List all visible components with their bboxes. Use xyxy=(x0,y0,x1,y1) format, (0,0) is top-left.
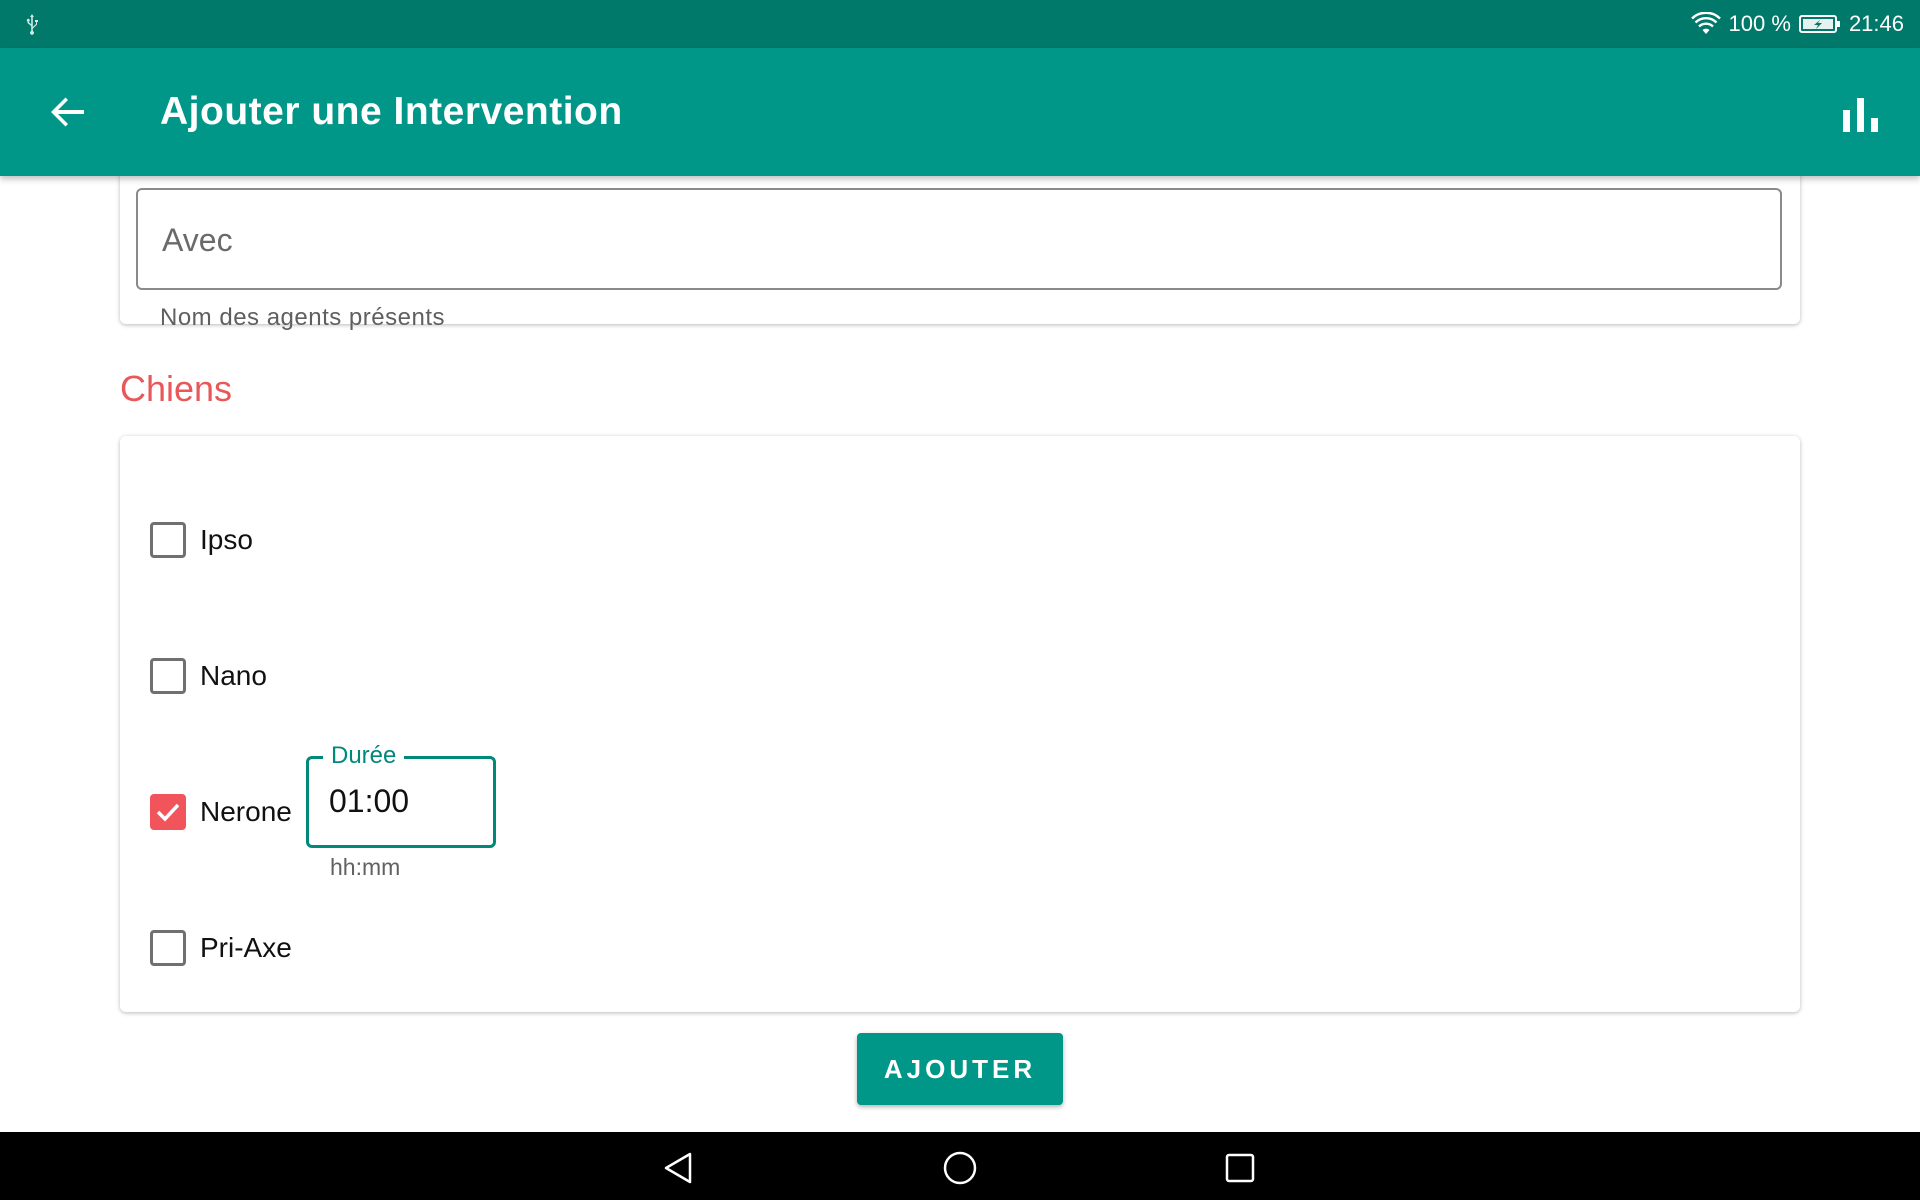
nav-back-button[interactable] xyxy=(656,1144,704,1192)
dog-label: Nano xyxy=(200,660,267,691)
nav-back-icon xyxy=(664,1152,692,1184)
dog-label: Pri-Axe xyxy=(200,932,292,963)
duration-helper-text: hh:mm xyxy=(330,854,401,880)
nano-checkbox[interactable] xyxy=(150,658,186,694)
dog-label: Ipso xyxy=(200,524,253,555)
app-bar: Ajouter une Intervention xyxy=(0,48,1920,176)
dog-item-pri-axe[interactable]: Pri-Axe xyxy=(150,928,292,968)
nav-recents-icon xyxy=(1225,1153,1255,1183)
navigation-bar xyxy=(0,1132,1920,1200)
nav-home-icon xyxy=(943,1151,977,1185)
agents-card xyxy=(120,176,1800,324)
dog-item-ipso[interactable]: Ipso xyxy=(150,520,253,560)
pri-axe-checkbox[interactable] xyxy=(150,930,186,966)
wifi-icon xyxy=(1690,12,1721,34)
avec-field[interactable] xyxy=(136,188,1782,290)
statistics-button[interactable] xyxy=(1838,92,1886,140)
status-bar: 100 % 21:46 xyxy=(0,0,1920,48)
nav-home-button[interactable] xyxy=(936,1144,984,1192)
page-title: Ajouter une Intervention xyxy=(160,90,623,133)
checkmark-icon xyxy=(156,803,180,822)
add-button[interactable]: AJOUTER xyxy=(857,1033,1063,1105)
usb-icon xyxy=(26,14,38,35)
arrow-back-icon xyxy=(51,97,84,127)
status-time: 21:46 xyxy=(1848,11,1904,36)
form-content[interactable]: Nom des agents présents Chiens Ipso Nano… xyxy=(0,176,1920,1132)
battery-percent: 100 % xyxy=(1728,11,1791,36)
back-button[interactable] xyxy=(44,88,100,136)
dog-label: Nerone xyxy=(200,796,292,827)
avec-helper-text: Nom des agents présents xyxy=(160,304,445,331)
dogs-card: Ipso Nano Nerone Durée hh:mm Pri-Axe xyxy=(120,436,1800,1012)
nav-recents-button[interactable] xyxy=(1216,1144,1264,1192)
dog-item-nerone[interactable]: Nerone xyxy=(150,792,292,832)
duration-field[interactable]: Durée xyxy=(306,742,496,848)
dogs-section-title: Chiens xyxy=(120,368,233,409)
nerone-checkbox[interactable] xyxy=(150,794,186,830)
battery-charging-icon xyxy=(1798,15,1840,33)
dog-item-nano[interactable]: Nano xyxy=(150,656,267,696)
bar-chart-icon xyxy=(1843,98,1878,132)
duration-input[interactable] xyxy=(329,781,479,821)
avec-input[interactable] xyxy=(160,190,1744,290)
ipso-checkbox[interactable] xyxy=(150,522,186,558)
duration-label: Durée xyxy=(323,742,405,770)
